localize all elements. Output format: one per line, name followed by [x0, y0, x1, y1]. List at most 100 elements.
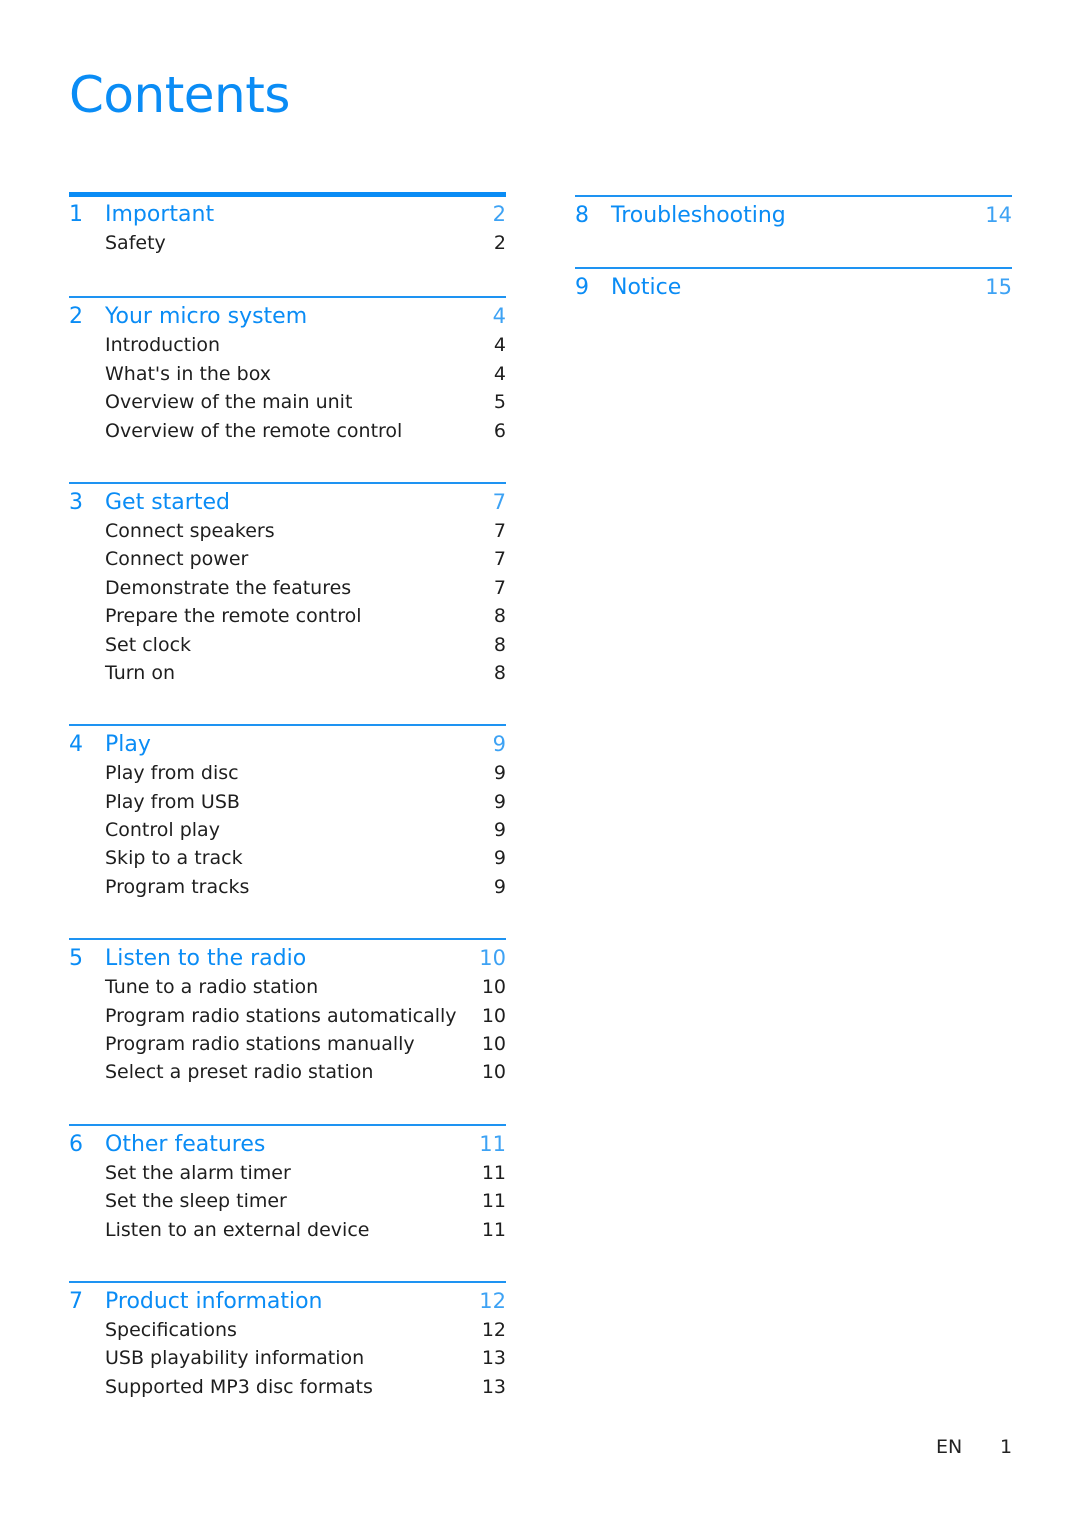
- section-number: 6: [69, 1131, 83, 1157]
- toc-entry[interactable]: Introduction 4: [69, 334, 506, 362]
- entry-page-number: 11: [481, 1161, 506, 1184]
- toc-section: 5 Listen to the radio 10 Tune to a radio st…: [69, 938, 506, 1090]
- entry-title: Set the sleep timer: [105, 1190, 287, 1213]
- toc-section-heading[interactable]: 1 Important 2: [69, 202, 506, 232]
- section-page-number: 10: [479, 946, 506, 971]
- section-number: 8: [575, 203, 589, 228]
- entry-page-number: 8: [493, 605, 506, 628]
- page-number: 1: [1000, 1436, 1013, 1458]
- toc-section-heading[interactable]: 6 Other features 11: [69, 1132, 506, 1162]
- toc-section: 1 Important 2 Safety 2: [69, 192, 506, 260]
- entry-title: Set clock: [105, 633, 192, 656]
- entry-page-number: 7: [493, 519, 506, 542]
- section-number: 3: [69, 489, 83, 515]
- toc-entry[interactable]: Connect power 7: [69, 548, 506, 576]
- toc-entry[interactable]: Overview of the main unit 5: [69, 391, 506, 419]
- entry-page-number: 9: [493, 847, 506, 870]
- toc-entry[interactable]: Demonstrate the features 7: [69, 577, 506, 605]
- section-title: Other features: [105, 1131, 266, 1157]
- toc-section: 8 Troubleshooting 14: [575, 195, 1012, 233]
- entry-page-number: 10: [481, 1061, 506, 1084]
- entry-title: Introduction: [105, 334, 221, 357]
- toc-section: 2 Your micro system 4 Introduction 4 What's i…: [69, 296, 506, 448]
- toc-section-heading[interactable]: 7 Product information 12: [69, 1289, 506, 1319]
- section-page-number: 7: [492, 489, 506, 514]
- toc-entry[interactable]: Connect speakers 7: [69, 520, 506, 548]
- toc-entry[interactable]: USB playability information 13: [69, 1347, 506, 1375]
- entry-title: What's in the box: [105, 362, 272, 385]
- toc-section: 4 Play 9 Play from disc 9 Play from USB 9 Contr…: [69, 724, 506, 904]
- entry-page-number: 5: [493, 391, 506, 414]
- toc-entry[interactable]: What's in the box 4: [69, 363, 506, 391]
- entry-page-number: 9: [493, 790, 506, 813]
- toc-entry[interactable]: Program tracks 9: [69, 876, 506, 904]
- toc-section-heading[interactable]: 5 Listen to the radio 10: [69, 946, 506, 976]
- entry-page-number: 10: [481, 1004, 506, 1027]
- section-page-number: 12: [479, 1288, 506, 1313]
- entry-title: Overview of the remote control: [105, 419, 403, 442]
- toc-entry[interactable]: Program radio stations manually 10: [69, 1033, 506, 1061]
- toc-entry[interactable]: Set the alarm timer 11: [69, 1162, 506, 1190]
- toc-right-column: 8 Troubleshooting 14 9 Notice 15: [575, 195, 1012, 305]
- section-title: Notice: [611, 275, 682, 300]
- section-page-number: 2: [492, 202, 506, 226]
- entry-title: Specifications: [105, 1318, 237, 1341]
- entry-title: Prepare the remote control: [105, 605, 362, 628]
- section-page-number: 15: [985, 275, 1012, 299]
- entry-page-number: 4: [493, 362, 506, 385]
- toc-section-heading[interactable]: 3 Get started 7: [69, 490, 506, 520]
- toc-section: 7 Product information 12 Specifications 12 US…: [69, 1280, 506, 1404]
- toc-entry[interactable]: Tune to a radio station 10: [69, 976, 506, 1004]
- toc-section-heading[interactable]: 9 Notice 15: [575, 275, 1012, 305]
- entry-page-number: 8: [493, 661, 506, 684]
- entry-title: Program radio stations manually: [105, 1033, 415, 1056]
- toc-entry[interactable]: Turn on 8: [69, 662, 506, 690]
- toc-section-heading[interactable]: 2 Your micro system 4: [69, 304, 506, 334]
- entry-title: Connect power: [105, 548, 249, 571]
- entry-title: Connect speakers: [105, 519, 275, 542]
- toc-section-heading[interactable]: 4 Play 9: [69, 732, 506, 762]
- entry-page-number: 10: [481, 976, 506, 999]
- section-page-number: 4: [492, 304, 506, 329]
- toc-section: 9 Notice 15: [575, 267, 1012, 305]
- toc-section: 3 Get started 7 Connect speakers 7 Connect po…: [69, 481, 506, 690]
- entry-page-number: 13: [481, 1347, 506, 1370]
- toc-entry[interactable]: Set clock 8: [69, 634, 506, 662]
- entry-page-number: 9: [493, 819, 506, 842]
- section-page-number: 14: [985, 203, 1012, 227]
- section-number: 5: [69, 946, 83, 972]
- entry-title: Turn on: [105, 661, 175, 684]
- section-title: Get started: [105, 489, 230, 515]
- toc-entry[interactable]: Overview of the remote control 6: [69, 420, 506, 448]
- toc-left-column: 1 Important 2 Safety 2 2 Your micro system 4 Int…: [69, 192, 506, 1404]
- toc-entry[interactable]: Safety 2: [69, 232, 506, 260]
- toc-entry[interactable]: Listen to an external device 11: [69, 1219, 506, 1247]
- toc-entry[interactable]: Program radio stations automatically 10: [69, 1005, 506, 1033]
- toc-entry[interactable]: Supported MP3 disc formats 13: [69, 1376, 506, 1404]
- section-title: Your micro system: [105, 304, 308, 330]
- toc-entry[interactable]: Specifications 12: [69, 1319, 506, 1347]
- page-footer: EN 1: [936, 1436, 1012, 1458]
- entry-title: Overview of the main unit: [105, 391, 353, 414]
- section-title: Troubleshooting: [611, 203, 786, 228]
- toc-section-heading[interactable]: 8 Troubleshooting 14: [575, 203, 1012, 233]
- toc-entry[interactable]: Play from disc 9: [69, 762, 506, 790]
- section-number: 4: [69, 732, 83, 758]
- entry-page-number: 11: [481, 1218, 506, 1241]
- entry-page-number: 2: [493, 232, 506, 254]
- entry-page-number: 10: [481, 1033, 506, 1056]
- entry-title: Set the alarm timer: [105, 1161, 291, 1184]
- toc-entry[interactable]: Select a preset radio station 10: [69, 1061, 506, 1089]
- entry-page-number: 13: [481, 1375, 506, 1398]
- entry-page-number: 9: [493, 875, 506, 898]
- toc-section: 6 Other features 11 Set the alarm timer 11 Se…: [69, 1123, 506, 1247]
- section-number: 2: [69, 304, 83, 330]
- entry-title: Demonstrate the features: [105, 576, 352, 599]
- toc-entry[interactable]: Set the sleep timer 11: [69, 1190, 506, 1218]
- toc-entry[interactable]: Prepare the remote control 8: [69, 605, 506, 633]
- entry-page-number: 11: [481, 1190, 506, 1213]
- entry-page-number: 12: [481, 1318, 506, 1341]
- toc-entry[interactable]: Control play 9: [69, 819, 506, 847]
- toc-entry[interactable]: Skip to a track 9: [69, 847, 506, 875]
- toc-entry[interactable]: Play from USB 9: [69, 791, 506, 819]
